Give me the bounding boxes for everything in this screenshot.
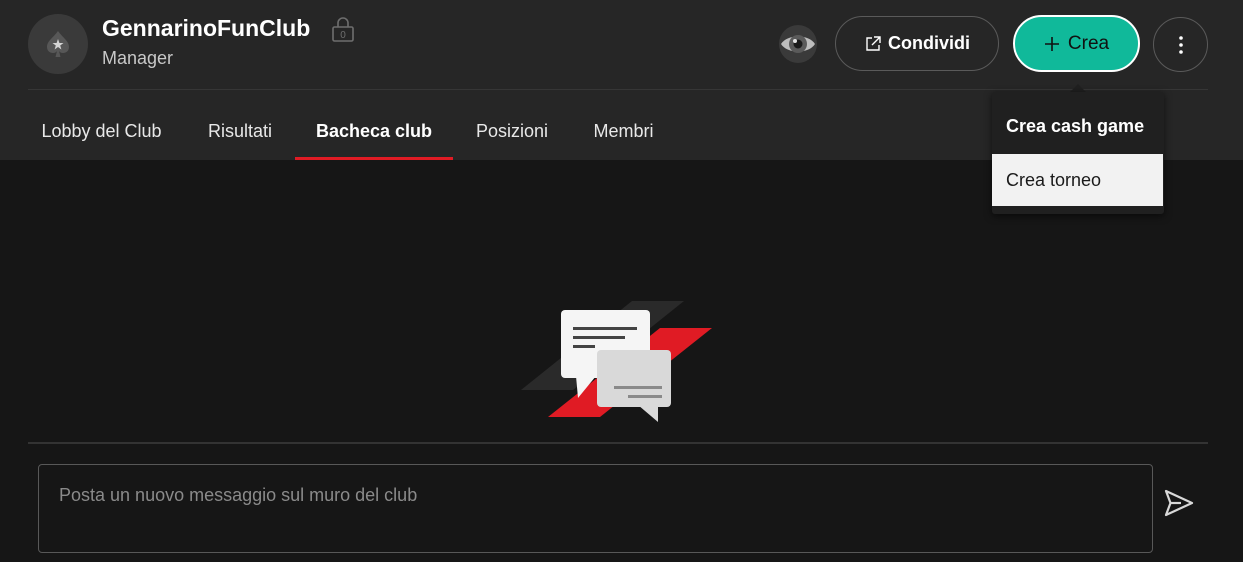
club-avatar <box>28 14 88 74</box>
more-options-button[interactable] <box>1153 17 1208 72</box>
tab-lobby[interactable]: Lobby del Club <box>18 100 185 160</box>
tab-results[interactable]: Risultati <box>186 100 294 160</box>
plus-icon <box>1044 36 1059 51</box>
header-divider <box>28 89 1208 90</box>
create-button-label: Crea <box>1067 32 1110 54</box>
chat-bubbles-illustration <box>518 298 718 426</box>
tab-club-board[interactable]: Bacheca club <box>295 100 453 160</box>
create-tournament-item[interactable]: Crea torneo <box>992 154 1163 206</box>
tab-members[interactable]: Membri <box>571 100 676 160</box>
create-button[interactable]: Crea <box>1013 15 1140 72</box>
content-divider <box>28 442 1208 444</box>
spade-star-icon <box>47 31 69 57</box>
lock-count: 0 <box>340 30 346 41</box>
post-message-input[interactable] <box>38 464 1153 553</box>
tab-standings[interactable]: Posizioni <box>454 100 570 160</box>
app-window: GennarinoFunClub 0 Manager Condividi Cre… <box>0 0 1243 562</box>
create-menu: Crea cash game Crea torneo <box>992 92 1164 214</box>
send-icon[interactable] <box>1162 486 1196 520</box>
external-link-icon <box>866 35 881 51</box>
share-button[interactable]: Condividi <box>835 16 999 71</box>
club-name: GennarinoFunClub <box>102 15 311 41</box>
share-button-label: Condividi <box>888 33 970 53</box>
more-vertical-icon <box>1178 35 1183 54</box>
eye-icon[interactable] <box>778 24 818 64</box>
create-cash-game-item[interactable]: Crea cash game <box>992 100 1163 152</box>
lock-icon: 0 <box>331 16 355 42</box>
club-role: Manager <box>102 48 174 68</box>
